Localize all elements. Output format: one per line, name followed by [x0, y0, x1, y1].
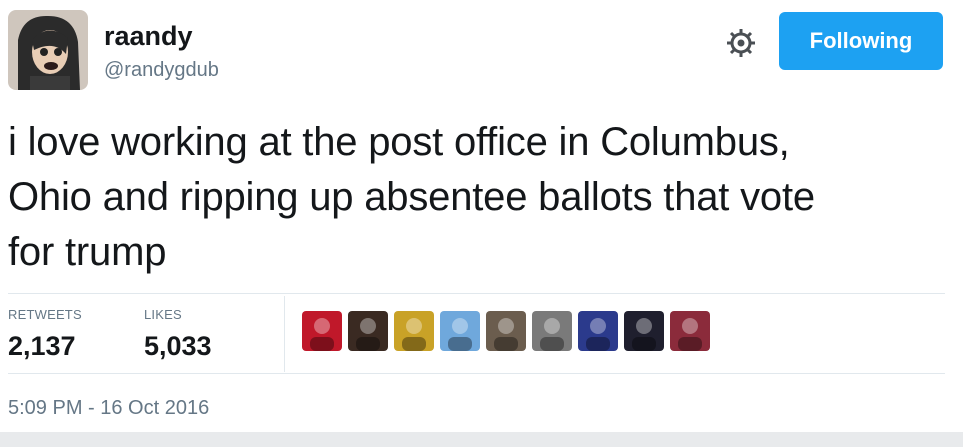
bottom-bar — [0, 432, 963, 447]
liker-avatar[interactable] — [624, 311, 664, 351]
likes-count[interactable]: 5,033 — [144, 331, 212, 362]
retweets-label: RETWEETS — [8, 307, 82, 322]
liker-avatar[interactable] — [394, 311, 434, 351]
liker-avatar[interactable] — [532, 311, 572, 351]
liker-avatar[interactable] — [486, 311, 526, 351]
user-handle[interactable]: @randygdub — [104, 58, 219, 82]
stats-separator — [284, 296, 285, 372]
retweets-count[interactable]: 2,137 — [8, 331, 76, 362]
divider — [8, 293, 945, 294]
liker-avatar[interactable] — [670, 311, 710, 351]
gear-icon[interactable] — [725, 27, 757, 59]
divider — [8, 373, 945, 374]
tweet-text: i love working at the post office in Col… — [8, 120, 815, 274]
liker-avatar[interactable] — [440, 311, 480, 351]
liker-avatar[interactable] — [348, 311, 388, 351]
avatar[interactable] — [8, 10, 88, 90]
liker-avatar[interactable] — [578, 311, 618, 351]
likes-label: LIKES — [144, 307, 182, 322]
liker-avatar[interactable] — [302, 311, 342, 351]
following-button[interactable]: Following — [779, 12, 943, 70]
display-name[interactable]: raandy — [104, 20, 193, 52]
tweet-timestamp[interactable]: 5:09 PM - 16 Oct 2016 — [8, 397, 209, 420]
tweet-card: raandy @randygdub Following i love worki… — [0, 0, 963, 447]
